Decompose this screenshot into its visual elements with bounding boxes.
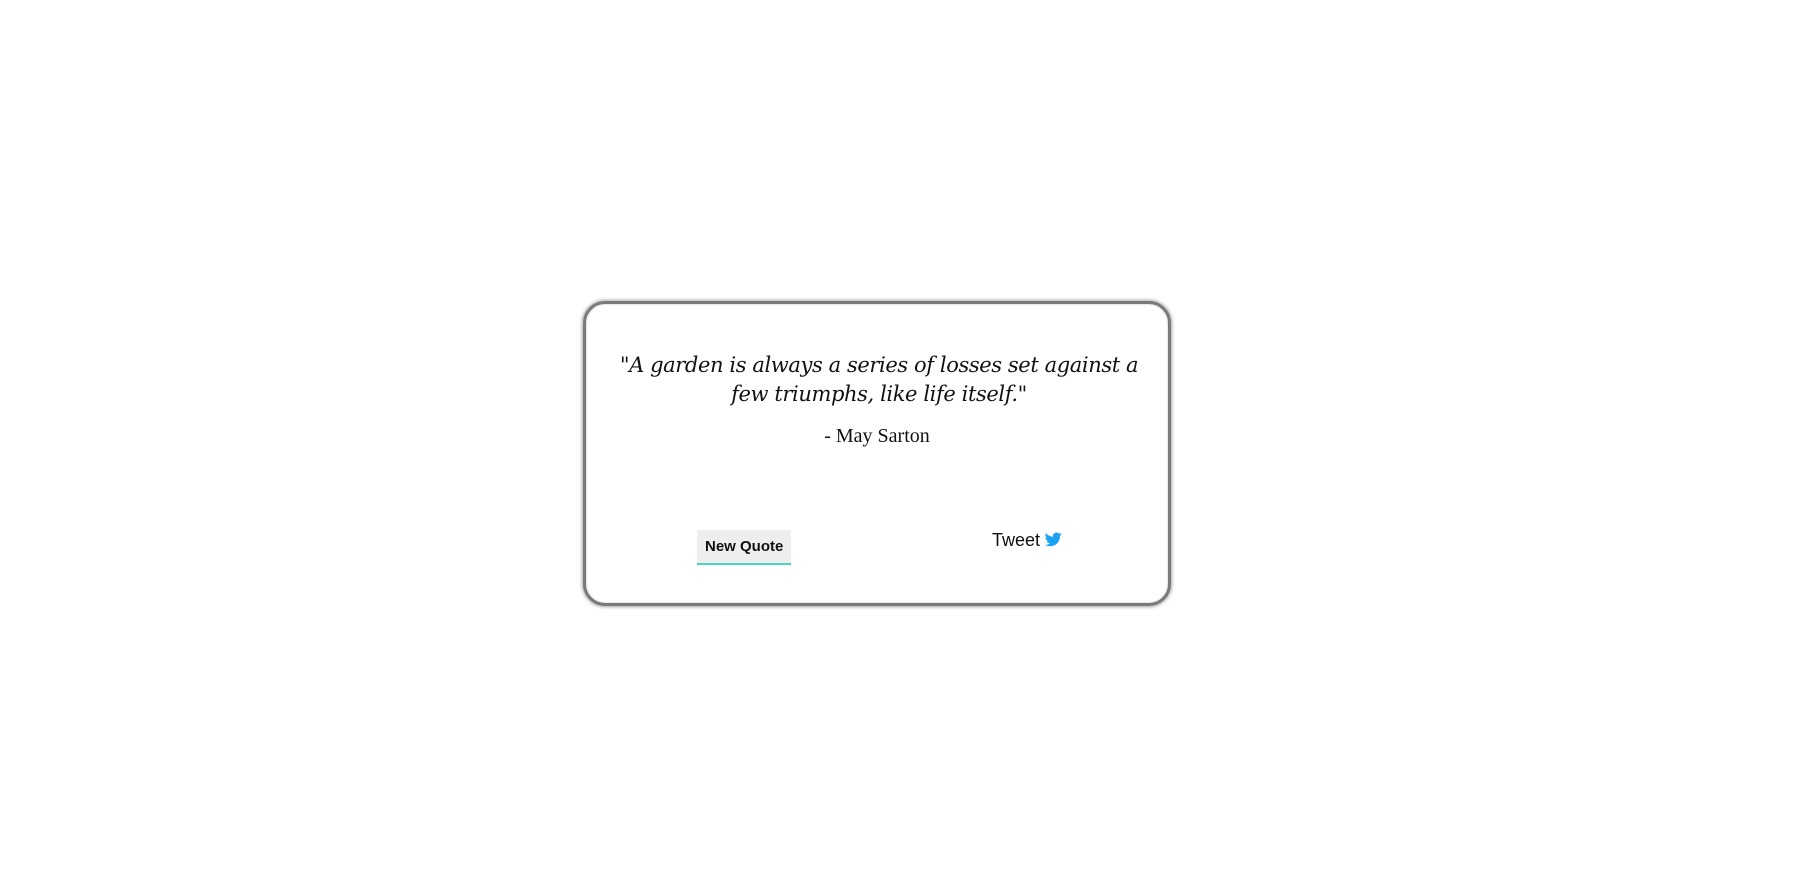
quote-author: - May Sarton bbox=[824, 425, 930, 447]
twitter-icon bbox=[1044, 531, 1062, 547]
quote-card: "A garden is always a series of losses s… bbox=[583, 301, 1171, 606]
tweet-link[interactable]: Tweet bbox=[992, 530, 1062, 551]
tweet-label: Tweet bbox=[992, 530, 1041, 550]
quote-text: "A garden is always a series of losses s… bbox=[619, 353, 1139, 406]
new-quote-button[interactable]: New Quote bbox=[697, 530, 792, 565]
